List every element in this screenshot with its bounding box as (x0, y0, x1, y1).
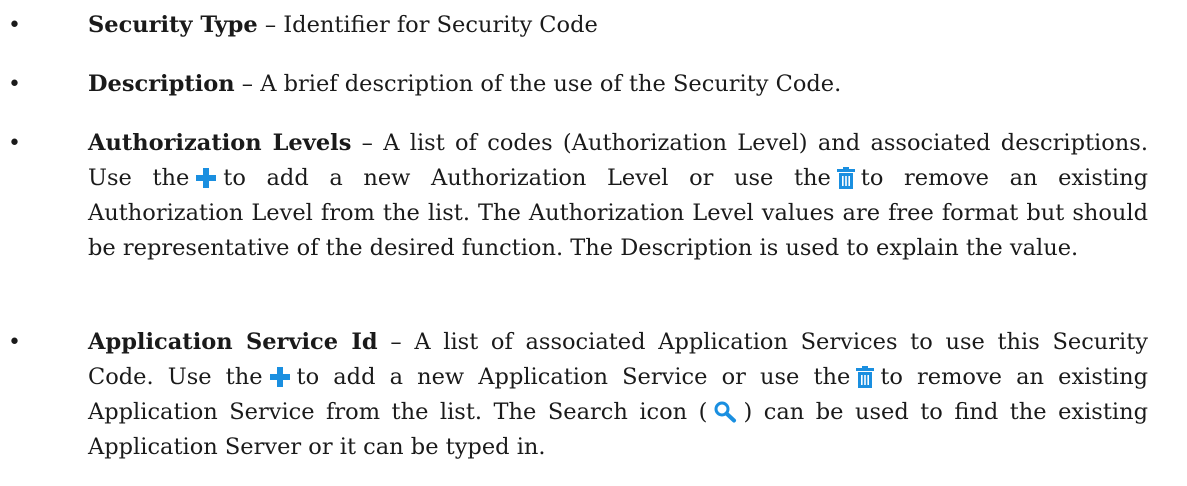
document-page: • Security Type – Identifier for Securit… (0, 0, 1187, 486)
plus-icon (195, 167, 217, 189)
term-application-service-id: Application Service Id (88, 329, 378, 355)
separator: – (234, 71, 261, 97)
list-item-description: • Description – A brief description of t… (8, 67, 1148, 102)
term-security-type: Security Type (88, 12, 258, 38)
search-icon (713, 401, 737, 423)
trash-icon (836, 167, 855, 189)
list-item-security-type: • Security Type – Identifier for Securit… (8, 8, 1148, 43)
bullet: • (8, 13, 21, 38)
list-item-application-service-id: • Application Service Id – A list of ass… (8, 325, 1148, 465)
term-description: Description (88, 71, 235, 97)
definition-description: A brief description of the use of the Se… (260, 71, 842, 97)
bullet: • (8, 72, 21, 97)
separator: – (377, 329, 415, 355)
plus-icon (269, 366, 291, 388)
definition-authorization-levels-b: to add a new Authorization Level or use … (223, 165, 831, 191)
bullet: • (8, 131, 21, 156)
definition-security-type: Identifier for Security Code (283, 12, 598, 38)
list-item-authorization-levels: • Authorization Levels – A list of codes… (8, 126, 1148, 266)
separator: – (257, 12, 284, 38)
term-authorization-levels: Authorization Levels (88, 130, 352, 156)
separator: – (351, 130, 384, 156)
bullet: • (8, 330, 21, 355)
definition-application-service-id-b: to add a new Application Service or use … (296, 364, 851, 390)
trash-icon (856, 366, 875, 388)
